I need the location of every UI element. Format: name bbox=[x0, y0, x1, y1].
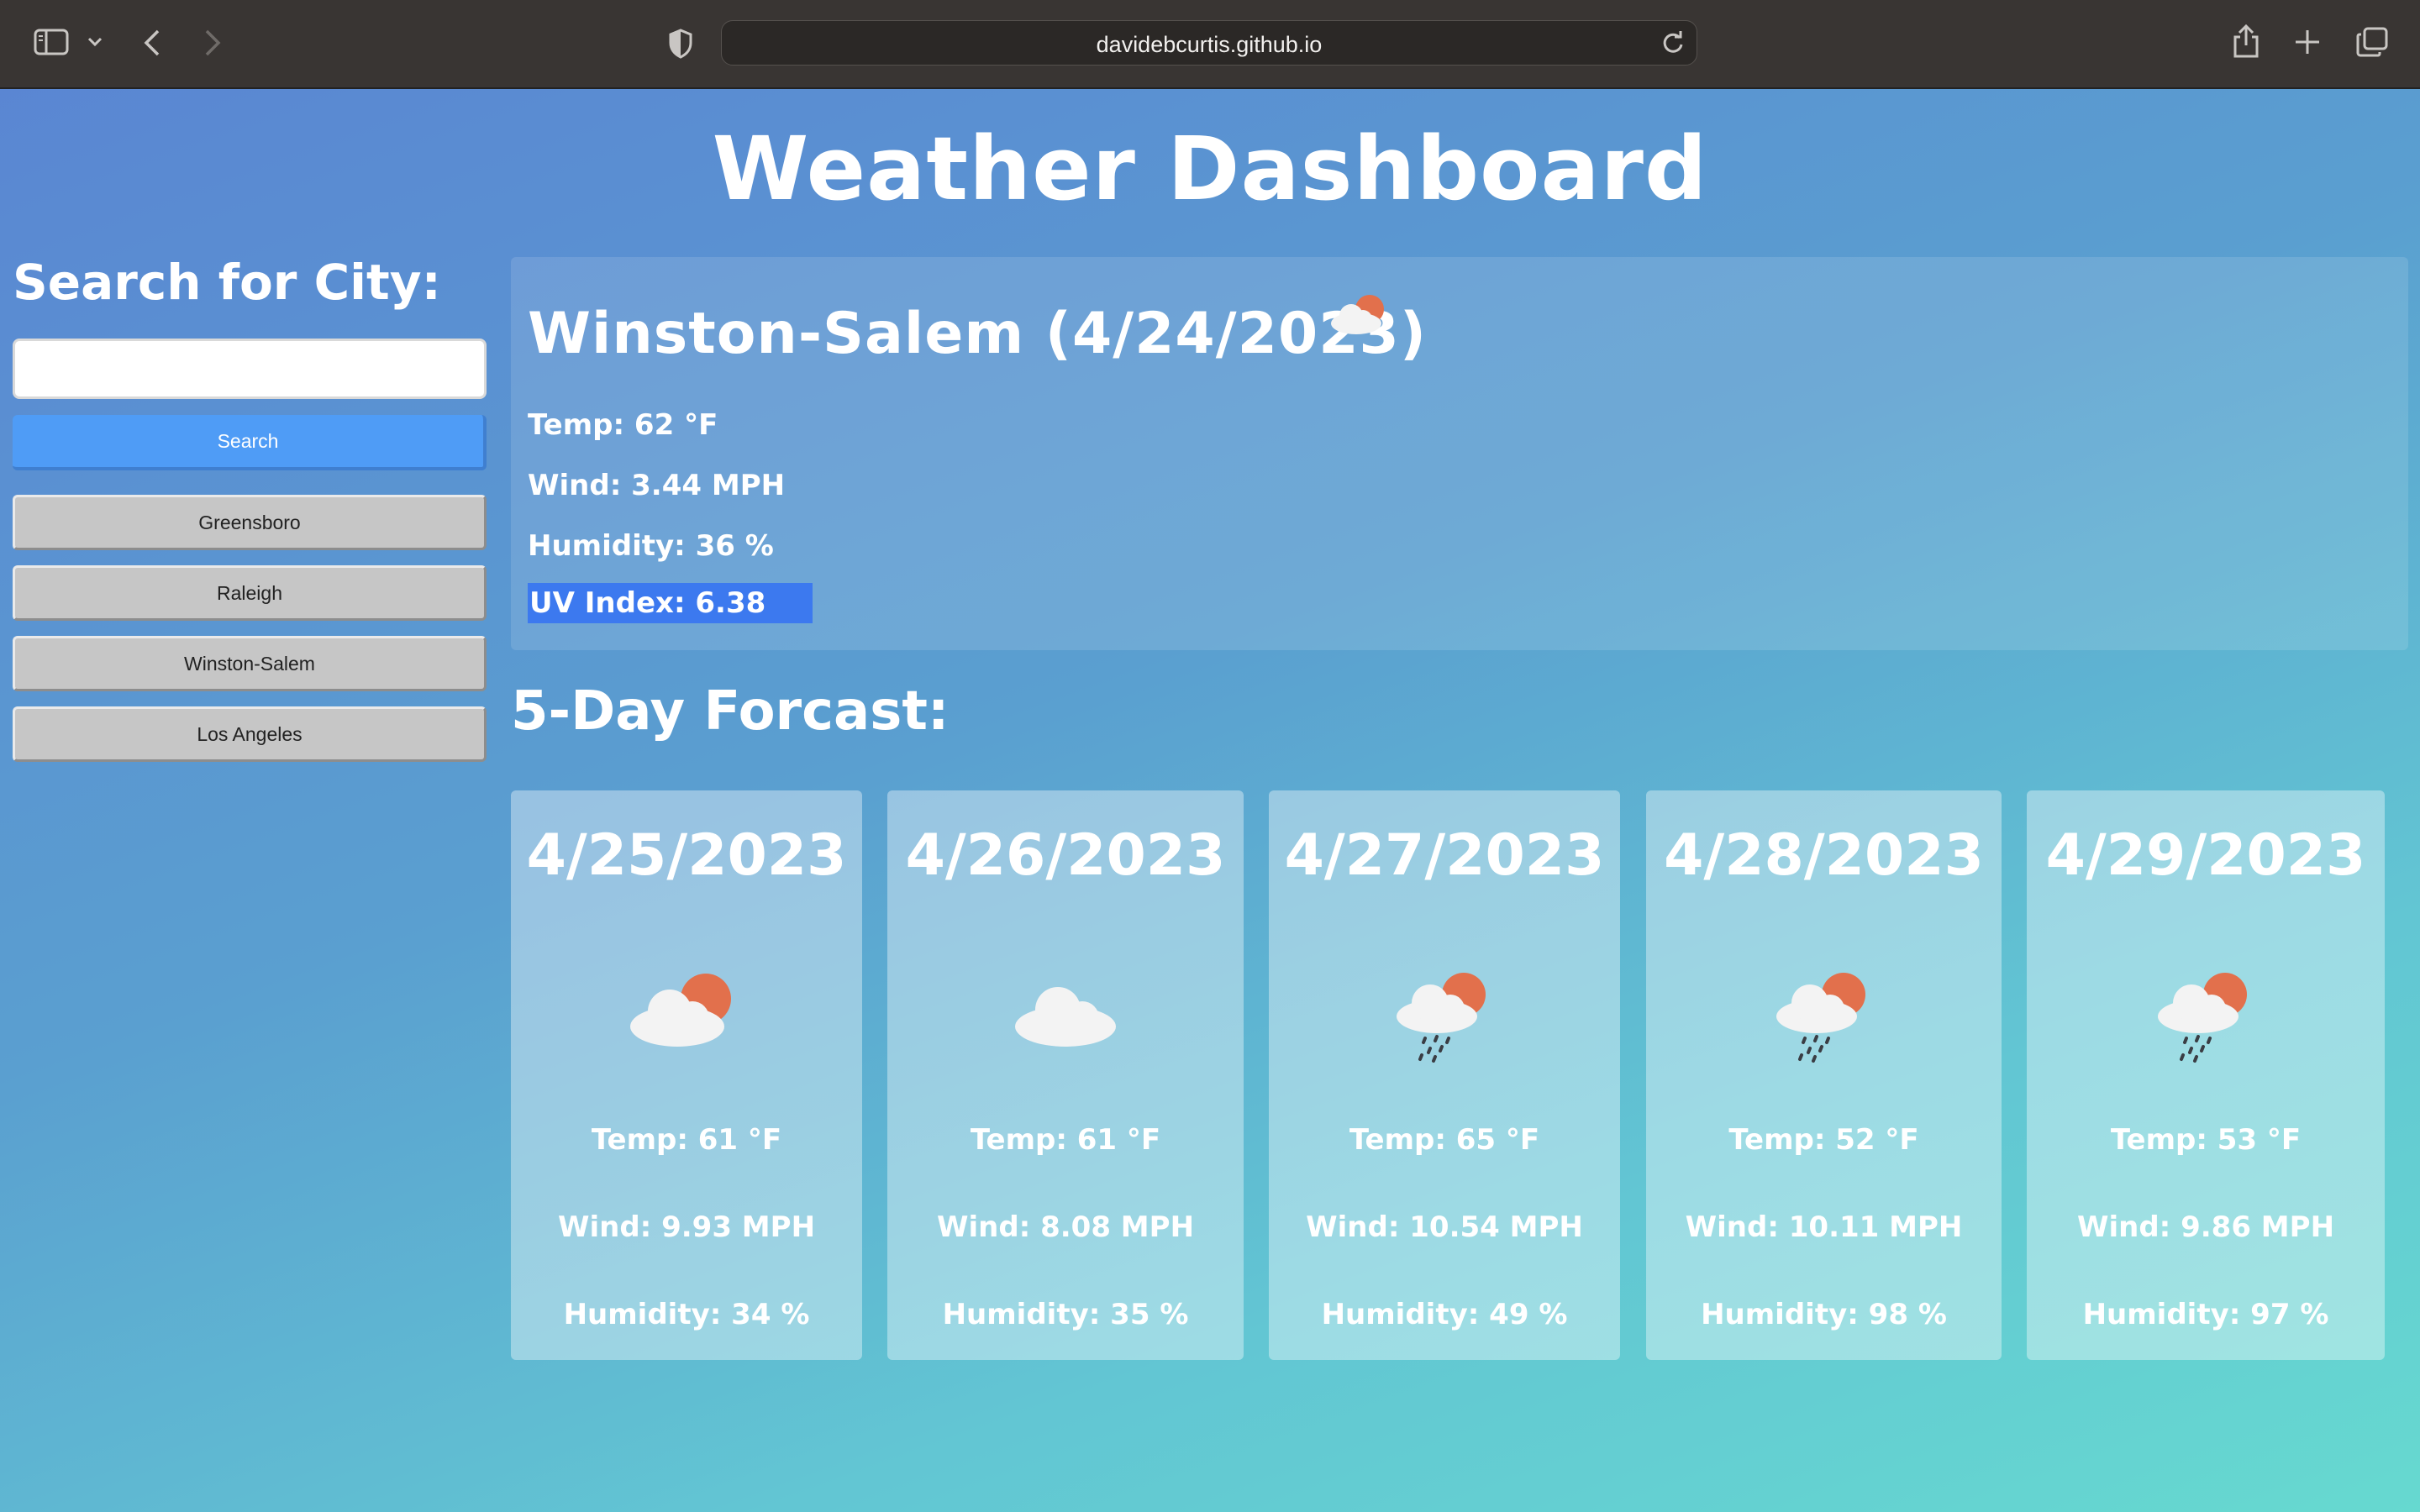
new-tab-icon[interactable] bbox=[2294, 29, 2321, 55]
current-temp: Temp: 62 °F bbox=[528, 408, 718, 442]
forecast-wind: Wind: 10.11 MPH bbox=[1685, 1210, 1963, 1244]
history-button-los-angeles[interactable]: Los Angeles bbox=[13, 706, 487, 762]
forecast-humidity: Humidity: 35 % bbox=[942, 1298, 1189, 1331]
search-button[interactable]: Search bbox=[13, 415, 487, 470]
forecast-wind: Wind: 9.86 MPH bbox=[2076, 1210, 2335, 1244]
forecast-heading: 5-Day Forcast: bbox=[511, 680, 950, 743]
forecast-date: 4/29/2023 bbox=[2045, 822, 2366, 889]
browser-toolbar: davidebcurtis.github.io bbox=[0, 0, 2420, 89]
forecast-temp: Temp: 53 °F bbox=[2110, 1123, 2302, 1157]
partly-cloudy-icon bbox=[623, 963, 750, 1059]
history-button-winston-salem[interactable]: Winston-Salem bbox=[13, 636, 487, 691]
sidebar-icon[interactable] bbox=[34, 29, 69, 55]
forecast-date: 4/27/2023 bbox=[1284, 822, 1605, 889]
share-icon[interactable] bbox=[2232, 24, 2260, 59]
history-button-greensboro[interactable]: Greensboro bbox=[13, 495, 487, 550]
rain-sun-icon bbox=[1761, 963, 1887, 1068]
forecast-date: 4/25/2023 bbox=[526, 822, 847, 889]
current-weather-panel: Winston-Salem (4/24/2023) Temp: 62 °F Wi… bbox=[511, 257, 2408, 650]
forecast-card: 4/26/2023 Temp: 61 °F Wind: 8.08 MPH Hum… bbox=[887, 790, 1244, 1360]
current-wind: Wind: 3.44 MPH bbox=[528, 469, 786, 502]
rain-sun-icon bbox=[2143, 963, 2269, 1068]
city-search-input[interactable] bbox=[13, 339, 487, 399]
forecast-humidity: Humidity: 34 % bbox=[563, 1298, 810, 1331]
forecast-humidity: Humidity: 98 % bbox=[1701, 1298, 1947, 1331]
uv-index-badge: UV Index: 6.38 bbox=[528, 583, 813, 623]
forecast-date: 4/28/2023 bbox=[1664, 822, 1984, 889]
forecast-temp: Temp: 52 °F bbox=[1728, 1123, 1919, 1157]
forecast-card: 4/27/2023 Temp: 65 °F Wind: 10.54 MPH Hu… bbox=[1269, 790, 1620, 1360]
forecast-card: 4/25/2023 Temp: 61 °F Wind: 9.93 MPH Hum… bbox=[511, 790, 862, 1360]
rain-sun-icon bbox=[1381, 963, 1507, 1068]
privacy-shield-icon[interactable] bbox=[668, 29, 693, 59]
forecast-temp: Temp: 61 °F bbox=[591, 1123, 782, 1157]
forecast-wind: Wind: 8.08 MPH bbox=[936, 1210, 1195, 1244]
forecast-wind: Wind: 9.93 MPH bbox=[557, 1210, 816, 1244]
current-city-date: Winston-Salem (4/24/2023) bbox=[528, 301, 1427, 367]
current-uv-index: UV Index: 6.38 bbox=[528, 583, 813, 623]
forecast-card: 4/29/2023 Temp: 53 °F Wind: 9.86 MPH Hum… bbox=[2027, 790, 2385, 1360]
search-heading: Search for City: bbox=[13, 254, 441, 311]
partly-cloudy-icon bbox=[1326, 289, 1397, 344]
forecast-humidity: Humidity: 97 % bbox=[2082, 1298, 2329, 1331]
current-humidity: Humidity: 36 % bbox=[528, 529, 774, 563]
forecast-humidity: Humidity: 49 % bbox=[1321, 1298, 1568, 1331]
forecast-card: 4/28/2023 Temp: 52 °F Wind: 10.11 MPH Hu… bbox=[1646, 790, 2002, 1360]
forecast-temp: Temp: 61 °F bbox=[970, 1123, 1161, 1157]
reload-icon[interactable] bbox=[1661, 31, 1685, 55]
forecast-wind: Wind: 10.54 MPH bbox=[1306, 1210, 1583, 1244]
forward-icon[interactable] bbox=[203, 29, 222, 57]
cloud-icon bbox=[1002, 963, 1128, 1059]
chevron-down-icon[interactable] bbox=[87, 37, 103, 47]
address-bar[interactable]: davidebcurtis.github.io bbox=[721, 20, 1697, 66]
history-button-raleigh[interactable]: Raleigh bbox=[13, 565, 487, 621]
page-title: Weather Dashboard bbox=[712, 118, 1708, 220]
forecast-temp: Temp: 65 °F bbox=[1349, 1123, 1540, 1157]
url-text: davidebcurtis.github.io bbox=[1096, 32, 1323, 57]
forecast-date: 4/26/2023 bbox=[905, 822, 1226, 889]
back-icon[interactable] bbox=[143, 29, 161, 57]
search-history-list: Greensboro Raleigh Winston-Salem Los Ang… bbox=[13, 495, 487, 777]
tab-overview-icon[interactable] bbox=[2356, 27, 2388, 57]
